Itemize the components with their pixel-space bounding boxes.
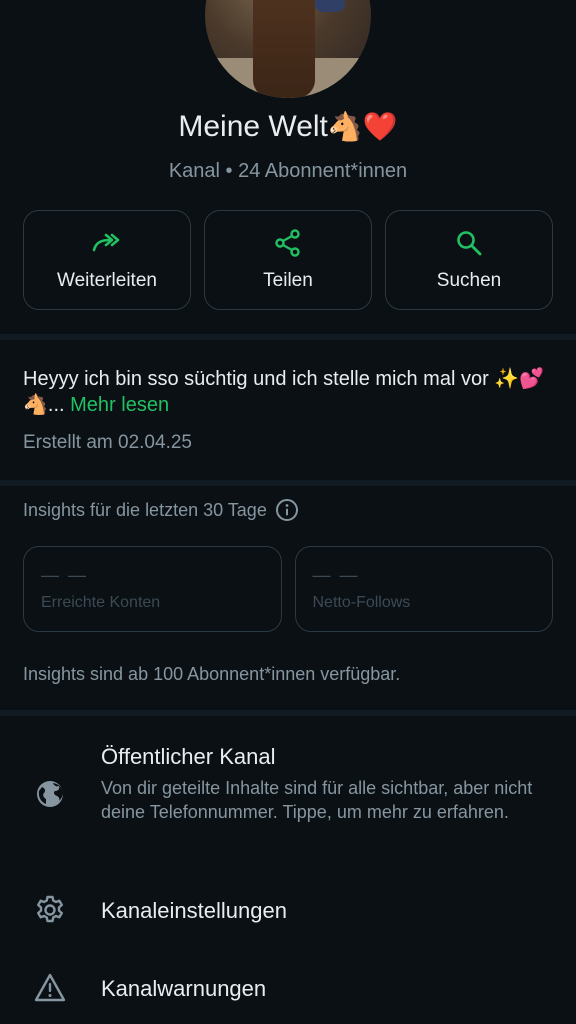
insight-card-reached: — — Erreichte Konten [23,546,282,632]
insights-note: Insights sind ab 100 Abonnent*innen verf… [23,664,401,684]
insight-label: Erreichte Konten [41,594,161,611]
created-date: Erstellt am 02.04.25 [23,432,192,453]
channel-description: Heyyy ich bin sso süchtig und ich stelle… [23,366,553,418]
channel-warnings-title: Kanalwarnungen [101,976,267,1001]
forward-label: Weiterleiten [57,270,157,291]
section-divider [0,710,576,716]
insights-title-text: Insights für die letzten 30 Tage [23,499,267,520]
channel-name-text: Meine Welt [178,110,328,143]
avatar-rider [315,0,345,12]
insight-value: — — [41,565,89,585]
gear-icon [34,894,66,926]
share-button[interactable]: Teilen [204,210,372,310]
insight-label: Netto-Follows [312,594,411,611]
section-divider [0,480,576,486]
globe-icon [34,778,66,810]
insight-card-follows: — — Netto-Follows [294,546,553,632]
channel-name-emoji: 🐴❤️ [327,110,398,143]
search-button[interactable]: Suchen [385,210,553,310]
public-channel-row[interactable]: Öffentlicher Kanal Von dir geteilte Inha… [0,740,576,860]
read-more-link[interactable]: Mehr lesen [70,394,169,416]
channel-settings-row[interactable]: Kanaleinstellungen [0,884,576,940]
share-icon [273,228,303,258]
info-icon[interactable] [275,498,299,522]
insight-cards: — — Erreichte Konten — — Netto-Follows [23,546,553,632]
insight-value: — — [312,565,360,585]
channel-name: Meine Welt🐴❤️ [0,110,576,144]
public-channel-title: Öffentlicher Kanal [101,744,276,769]
forward-button[interactable]: Weiterleiten [23,210,191,310]
search-icon [454,228,484,258]
channel-avatar[interactable] [205,0,371,98]
warning-icon [34,972,66,1004]
channel-info-page: Meine Welt🐴❤️ Kanal • 24 Abonnent*innen … [0,0,576,1024]
section-divider [0,334,576,340]
avatar-horse [253,0,315,98]
insights-title: Insights für die letzten 30 Tage [23,498,299,522]
forward-icon [92,228,122,258]
channel-settings-title: Kanaleinstellungen [101,898,287,923]
channel-warnings-row[interactable]: Kanalwarnungen [0,962,576,1018]
search-label: Suchen [436,270,502,291]
channel-subtitle: Kanal • 24 Abonnent*innen [168,160,408,182]
action-buttons: Weiterleiten Teilen Suchen [23,210,553,310]
public-channel-text: Von dir geteilte Inhalte sind für alle s… [101,778,533,822]
share-label: Teilen [263,270,313,291]
